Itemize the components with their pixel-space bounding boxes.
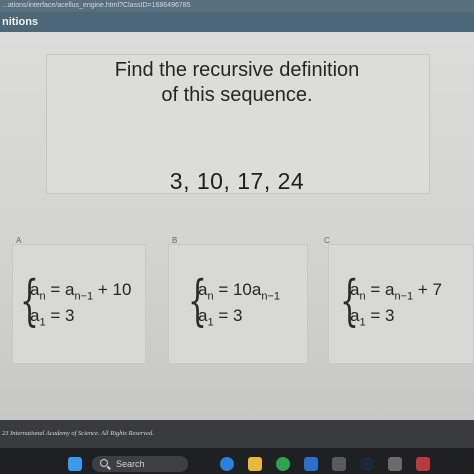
search-label: Search [116,459,145,469]
term: = 10a [213,280,262,299]
browser-url-bar[interactable]: ...ations/interface/acellus_engine.html?… [0,0,474,12]
term: = 3 [365,306,395,325]
sequence-terms: 3, 10, 17, 24 [169,168,305,194]
page-header-title: nitions [0,12,474,32]
term: = a [365,280,395,299]
option-c-recursive-rule[interactable]: an = an−1 + 7 [350,280,442,302]
app-icon[interactable] [416,457,430,471]
browser-app-icon[interactable] [220,457,234,471]
chrome-icon[interactable] [276,457,290,471]
question-line-2: of this sequence. [161,84,313,106]
store-app-icon[interactable] [304,457,318,471]
steam-icon[interactable] [360,457,374,471]
option-b-recursive-rule[interactable]: an = 10an−1 [198,280,280,302]
search-icon [100,459,108,467]
term: = 3 [45,306,75,325]
subscript: n−1 [394,290,414,303]
app-icon[interactable] [332,457,346,471]
question-line-1: Find the recursive definition [114,59,360,81]
question-prompt: Find the recursive definition of this se… [0,58,474,108]
option-c-initial-term[interactable]: a1 = 3 [350,306,394,328]
file-explorer-icon[interactable] [248,457,262,471]
option-b-initial-term[interactable]: a1 = 3 [198,306,242,328]
subscript: n−1 [74,290,94,303]
term: = 3 [213,306,243,325]
copyright-footer: 23 International Academy of Science. All… [0,420,474,448]
windows-start-icon[interactable] [68,457,82,471]
option-a-initial-term[interactable]: a1 = 3 [30,306,74,328]
term: + 10 [93,280,132,299]
app-icon[interactable] [388,457,402,471]
taskbar-search-box[interactable]: Search [92,456,188,472]
subscript: n−1 [261,290,281,303]
option-a-recursive-rule[interactable]: an = an−1 + 10 [30,280,131,302]
term: + 7 [413,280,442,299]
term: = a [45,280,75,299]
